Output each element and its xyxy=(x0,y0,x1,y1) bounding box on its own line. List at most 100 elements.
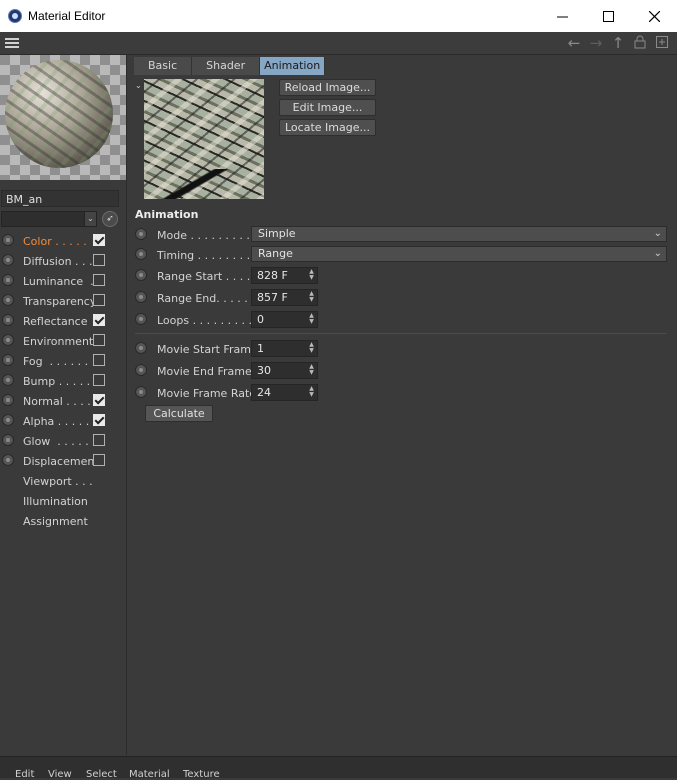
param-radio[interactable] xyxy=(135,364,147,376)
menu-select[interactable]: Select xyxy=(86,769,117,780)
param-radio[interactable] xyxy=(135,313,147,325)
param-radio[interactable] xyxy=(135,386,147,398)
param-radio[interactable] xyxy=(135,342,147,354)
param-range-start: Range Start . . . . 828 F ▲ ▼ xyxy=(135,266,675,286)
param-radio[interactable] xyxy=(135,291,147,303)
channel-reflectance[interactable]: Reflectance xyxy=(0,311,126,331)
item-viewport[interactable]: Viewport . . . xyxy=(23,475,93,488)
movie-start-field[interactable]: 1 ▲ ▼ xyxy=(251,340,318,357)
param-movie-rate: Movie Frame Rate 24 ▲ ▼ xyxy=(135,383,675,403)
picker-icon[interactable]: ➶ xyxy=(102,211,118,227)
channel-environment[interactable]: Environment xyxy=(0,331,126,351)
channel-radio[interactable] xyxy=(2,334,14,346)
lock-icon[interactable] xyxy=(631,35,649,51)
channel-alpha[interactable]: Alpha . . . . . xyxy=(0,411,126,431)
stepper-icon[interactable]: ▲ ▼ xyxy=(307,313,316,326)
channel-normal[interactable]: Normal . . . . xyxy=(0,391,126,411)
arrow-right-icon[interactable]: → xyxy=(587,35,605,51)
channel-luminance[interactable]: Luminance . xyxy=(0,271,126,291)
stepper-icon[interactable]: ▲ ▼ xyxy=(307,291,316,304)
stepper-icon[interactable]: ▲ ▼ xyxy=(307,364,316,377)
stepper-icon[interactable]: ▲ ▼ xyxy=(307,269,316,282)
channel-checkbox[interactable] xyxy=(93,434,105,446)
preview-sphere xyxy=(5,60,113,168)
channel-checkbox[interactable] xyxy=(93,354,105,366)
channel-checkbox[interactable] xyxy=(93,314,105,326)
param-radio[interactable] xyxy=(135,269,147,281)
menu-edit[interactable]: Edit xyxy=(15,769,34,780)
channel-fog[interactable]: Fog . . . . . . xyxy=(0,351,126,371)
stepper-icon[interactable]: ▲ ▼ xyxy=(307,342,316,355)
hamburger-icon[interactable] xyxy=(5,38,19,49)
channel-radio[interactable] xyxy=(2,374,14,386)
channel-radio[interactable] xyxy=(2,414,14,426)
param-label: Movie End Frame xyxy=(157,365,252,378)
chevron-down-icon: ⌄ xyxy=(653,228,662,239)
channel-diffusion[interactable]: Diffusion . . . xyxy=(0,251,126,271)
movie-rate-field[interactable]: 24 ▲ ▼ xyxy=(251,384,318,401)
loops-value: 0 xyxy=(257,313,264,326)
tab-bar: Basic Shader Animation xyxy=(134,57,326,75)
material-name-field[interactable]: BM_an xyxy=(1,190,119,207)
channel-checkbox[interactable] xyxy=(93,374,105,386)
channel-checkbox[interactable] xyxy=(93,454,105,466)
new-window-icon[interactable] xyxy=(653,35,671,51)
item-assignment[interactable]: Assignment xyxy=(23,515,88,528)
timing-dropdown[interactable]: Range ⌄ xyxy=(251,246,667,262)
channel-radio[interactable] xyxy=(2,234,14,246)
texture-thumbnail xyxy=(144,79,264,199)
tab-basic[interactable]: Basic xyxy=(134,57,193,75)
item-illumination[interactable]: Illumination xyxy=(23,495,88,508)
channel-checkbox[interactable] xyxy=(93,394,105,406)
channel-radio[interactable] xyxy=(2,274,14,286)
toolbar: ← → ↑ xyxy=(0,32,677,55)
minimize-button[interactable] xyxy=(539,0,585,32)
close-button[interactable] xyxy=(631,0,677,32)
reload-image-button[interactable]: Reload Image... xyxy=(279,79,376,96)
channel-radio[interactable] xyxy=(2,394,14,406)
channel-radio[interactable] xyxy=(2,434,14,446)
edit-image-button[interactable]: Edit Image... xyxy=(279,99,376,116)
param-radio[interactable] xyxy=(135,228,147,240)
range-start-field[interactable]: 828 F ▲ ▼ xyxy=(251,267,318,284)
param-radio[interactable] xyxy=(135,248,147,260)
channel-checkbox[interactable] xyxy=(93,254,105,266)
arrow-up-icon[interactable]: ↑ xyxy=(609,35,627,51)
menu-view[interactable]: View xyxy=(48,769,72,780)
channel-bump[interactable]: Bump . . . . . xyxy=(0,371,126,391)
calculate-button[interactable]: Calculate xyxy=(145,405,213,422)
menu-material[interactable]: Material xyxy=(129,769,170,780)
arrow-left-icon[interactable]: ← xyxy=(565,35,583,51)
range-end-field[interactable]: 857 F ▲ ▼ xyxy=(251,289,318,306)
channel-checkbox[interactable] xyxy=(93,334,105,346)
menu-texture[interactable]: Texture xyxy=(183,769,220,780)
layer-combo[interactable]: ⌄ xyxy=(1,211,97,227)
maximize-button[interactable] xyxy=(585,0,631,32)
stepper-icon[interactable]: ▲ ▼ xyxy=(307,386,316,399)
channel-radio[interactable] xyxy=(2,294,14,306)
param-label: Timing . . . . . . . . xyxy=(157,249,251,262)
channel-radio[interactable] xyxy=(2,354,14,366)
channel-label: Bump . . . . . xyxy=(23,375,91,388)
channel-checkbox[interactable] xyxy=(93,294,105,306)
chevron-down-icon[interactable]: ⌄ xyxy=(84,212,96,226)
locate-image-button[interactable]: Locate Image... xyxy=(279,119,376,136)
material-preview[interactable] xyxy=(0,55,126,180)
channel-glow[interactable]: Glow . . . . . xyxy=(0,431,126,451)
param-label: Range End. . . . . xyxy=(157,292,248,305)
loops-field[interactable]: 0 ▲ ▼ xyxy=(251,311,318,328)
channel-checkbox[interactable] xyxy=(93,234,105,246)
mode-dropdown[interactable]: Simple ⌄ xyxy=(251,226,667,242)
channel-radio[interactable] xyxy=(2,254,14,266)
movie-end-field[interactable]: 30 ▲ ▼ xyxy=(251,362,318,379)
channel-displacement[interactable]: Displacement xyxy=(0,451,126,471)
tab-shader[interactable]: Shader xyxy=(192,57,261,75)
channel-transparency[interactable]: Transparency xyxy=(0,291,126,311)
channel-radio[interactable] xyxy=(2,454,14,466)
tab-animation[interactable]: Animation xyxy=(260,57,326,75)
channel-radio[interactable] xyxy=(2,314,14,326)
channel-checkbox[interactable] xyxy=(93,414,105,426)
channel-checkbox[interactable] xyxy=(93,274,105,286)
channel-color[interactable]: Color . . . . . xyxy=(0,231,126,251)
collapse-arrow-icon[interactable]: ⌄ xyxy=(135,81,142,90)
